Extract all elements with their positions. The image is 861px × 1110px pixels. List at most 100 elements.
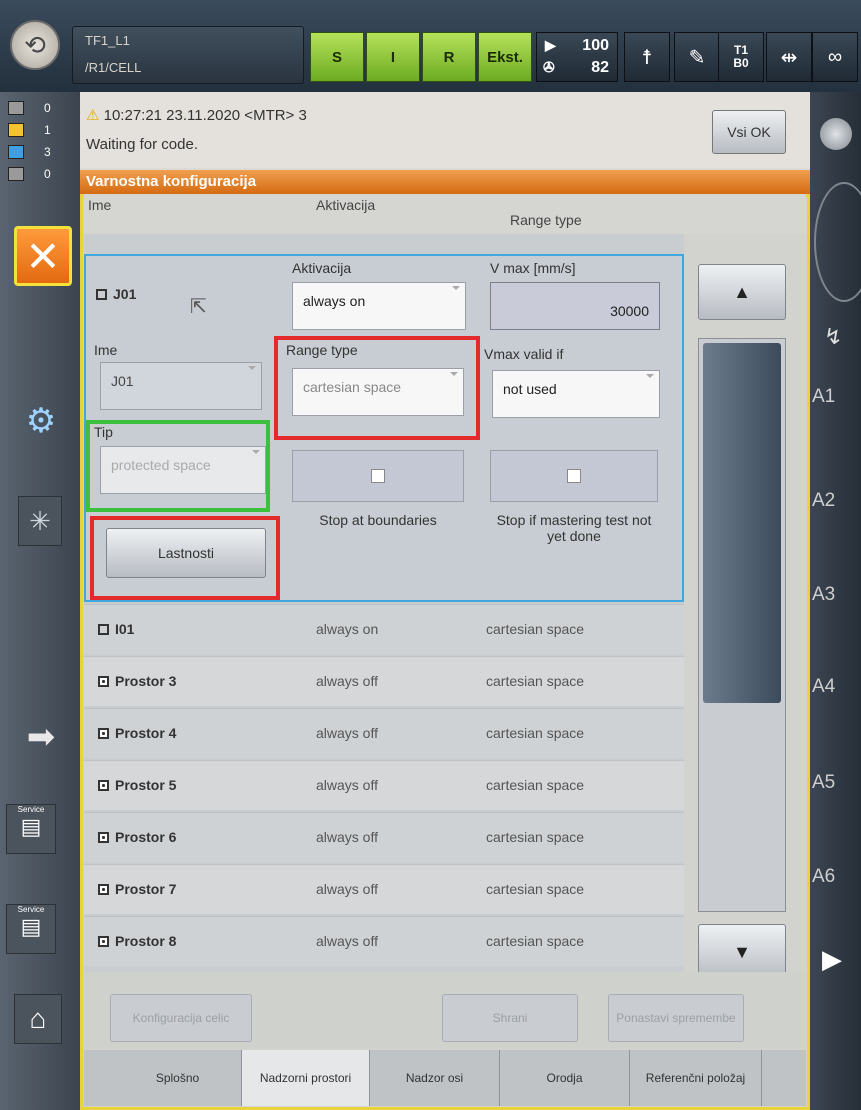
row-range: cartesian space — [486, 881, 585, 897]
axis-a1-label[interactable]: A1 — [812, 386, 835, 408]
row-activation: always on — [316, 621, 379, 637]
row-activation: always off — [316, 881, 378, 897]
zone-square-icon — [98, 624, 109, 635]
jog-wheel-icon[interactable] — [814, 182, 861, 302]
msg-count-row[interactable]: 0 — [8, 166, 64, 182]
row-name-text: I01 — [115, 621, 135, 637]
tab-general[interactable]: Splošno — [114, 1050, 242, 1106]
axis-mode-icon[interactable]: ↯ — [824, 324, 842, 350]
msg-count-row[interactable]: 0 — [8, 100, 64, 116]
robot-selector[interactable]: TF1_L1 /R1/CELL — [72, 26, 304, 84]
scroll-up-button[interactable]: ▲ — [698, 264, 786, 320]
service-button[interactable]: Service ▤ — [6, 904, 56, 954]
axis-a5-label[interactable]: A5 — [812, 772, 835, 794]
msg-gray-icon — [8, 167, 24, 181]
vmax-valid-dropdown[interactable]: not used — [492, 370, 660, 418]
row-name-text: Prostor 5 — [115, 777, 177, 793]
msg-count: 1 — [44, 123, 51, 137]
close-window-button[interactable]: ✕ — [14, 226, 72, 286]
mode-t1-label: T1 — [733, 43, 748, 57]
message-bar[interactable]: ⚠ 10:27:21 23.11.2020 <MTR> 3 Waiting fo… — [80, 92, 810, 168]
table-row[interactable]: Prostor 5 always off cartesian space — [84, 760, 684, 810]
jog-person-button[interactable]: ☨ — [624, 32, 670, 82]
axis-a2-label[interactable]: A2 — [812, 490, 835, 512]
row-range: cartesian space — [486, 673, 585, 689]
play-right-icon[interactable]: ▶ — [822, 944, 842, 975]
speed-override-button[interactable]: ▶ 100 ✇ 82 — [536, 32, 618, 82]
row-range: cartesian space — [486, 933, 585, 949]
zone-square-icon — [98, 676, 109, 687]
name-label: Ime — [94, 342, 118, 358]
triangle-up-icon: ▲ — [733, 281, 751, 302]
table-row[interactable]: Prostor 8 always off cartesian space — [84, 916, 684, 966]
service-icon: ▤ — [20, 914, 42, 939]
vmax-input[interactable]: 30000 — [490, 282, 660, 330]
activation-label: Aktivacija — [292, 260, 352, 276]
cell-config-button[interactable]: Konfiguracija celic — [110, 994, 252, 1042]
settings-gear-button[interactable]: ⚙ — [16, 396, 66, 446]
status-s-button[interactable]: S — [310, 32, 364, 82]
left-sidebar: 0 1 3 0 ✕ ⚙ ✳ ➡ Service ▤ Service ▤ ⌂ — [0, 92, 80, 1110]
row-activation: always off — [316, 673, 378, 689]
run-mode-button[interactable]: ⇹ — [766, 32, 812, 82]
tool-button[interactable]: ✎ — [674, 32, 720, 82]
acknowledge-all-button[interactable]: Vsi OK — [712, 110, 786, 154]
robot-arm-icon: ✳ — [29, 505, 51, 536]
main-menu-button[interactable]: ⟲ — [10, 20, 60, 70]
reset-changes-button[interactable]: Ponastavi spremembe — [608, 994, 744, 1042]
table-row[interactable]: Prostor 3 always off cartesian space — [84, 656, 684, 706]
row-activation: always off — [316, 933, 378, 949]
row-activation: always off — [316, 777, 378, 793]
robot-status-button[interactable]: ✳ — [18, 496, 62, 546]
table-row[interactable]: Prostor 7 always off cartesian space — [84, 864, 684, 914]
checkbox-box — [567, 469, 581, 483]
window-title: Varnostna konfiguracija — [86, 173, 257, 190]
window-title-bar: Varnostna konfiguracija — [80, 170, 810, 194]
mode-t1-button[interactable]: T1 B0 — [718, 32, 764, 82]
column-header-row — [84, 194, 806, 234]
status-ekst-button[interactable]: Ekst. — [478, 32, 532, 82]
tab-monitored-spaces[interactable]: Nadzorni prostori — [242, 1050, 370, 1106]
message-timestamp: 10:27:21 23.11.2020 <MTR> 3 — [103, 107, 307, 124]
status-i-button[interactable]: I — [366, 32, 420, 82]
row-name-text: Prostor 3 — [115, 673, 177, 689]
robot-cell: /R1/CELL — [85, 60, 142, 75]
stop-mastering-checkbox[interactable] — [490, 450, 658, 502]
home-button[interactable]: ⌂ — [14, 994, 62, 1044]
highlight-tip — [86, 420, 270, 512]
service-label: Service — [17, 905, 45, 914]
axis-a4-label[interactable]: A4 — [812, 676, 835, 698]
table-row[interactable]: Prostor 6 always off cartesian space — [84, 812, 684, 862]
table-row[interactable]: I01 always on cartesian space — [84, 604, 684, 654]
forward-arrow-button[interactable]: ➡ — [16, 712, 66, 762]
checkbox-box — [371, 469, 385, 483]
axis-a3-label[interactable]: A3 — [812, 584, 835, 606]
tab-axis-monitoring[interactable]: Nadzor osi — [370, 1050, 500, 1106]
tab-tools[interactable]: Orodja — [500, 1050, 630, 1106]
status-r-button[interactable]: R — [422, 32, 476, 82]
highlight-properties — [90, 516, 280, 600]
globe-icon[interactable] — [820, 118, 852, 150]
activation-dropdown[interactable]: always on — [292, 282, 466, 330]
msg-count-row[interactable]: 1 — [8, 122, 64, 138]
table-row[interactable]: Prostor 4 always off cartesian space — [84, 708, 684, 758]
scrollbar-thumb[interactable] — [703, 343, 781, 703]
message-title: ⚠ 10:27:21 23.11.2020 <MTR> 3 — [86, 106, 307, 124]
infinite-run-button[interactable]: ∞ — [812, 32, 858, 82]
row-name-text: Prostor 8 — [115, 933, 177, 949]
zone-square-icon — [96, 289, 107, 300]
service-button[interactable]: Service ▤ — [6, 804, 56, 854]
gear-icon: ⚙ — [25, 402, 57, 440]
tool-icon: ✎ — [688, 46, 706, 69]
row-name: Prostor 8 — [98, 933, 176, 949]
row-name: Prostor 6 — [98, 829, 176, 845]
name-input[interactable]: J01 — [100, 362, 262, 410]
highlight-range-type — [274, 336, 480, 440]
row-name: Prostor 3 — [98, 673, 176, 689]
tab-reference-position[interactable]: Referenčni položaj — [630, 1050, 762, 1106]
save-button[interactable]: Shrani — [442, 994, 578, 1042]
stop-boundaries-checkbox[interactable] — [292, 450, 464, 502]
axis-a6-label[interactable]: A6 — [812, 866, 835, 888]
msg-count-row[interactable]: 3 — [8, 144, 64, 160]
scrollbar-track[interactable] — [698, 338, 786, 912]
